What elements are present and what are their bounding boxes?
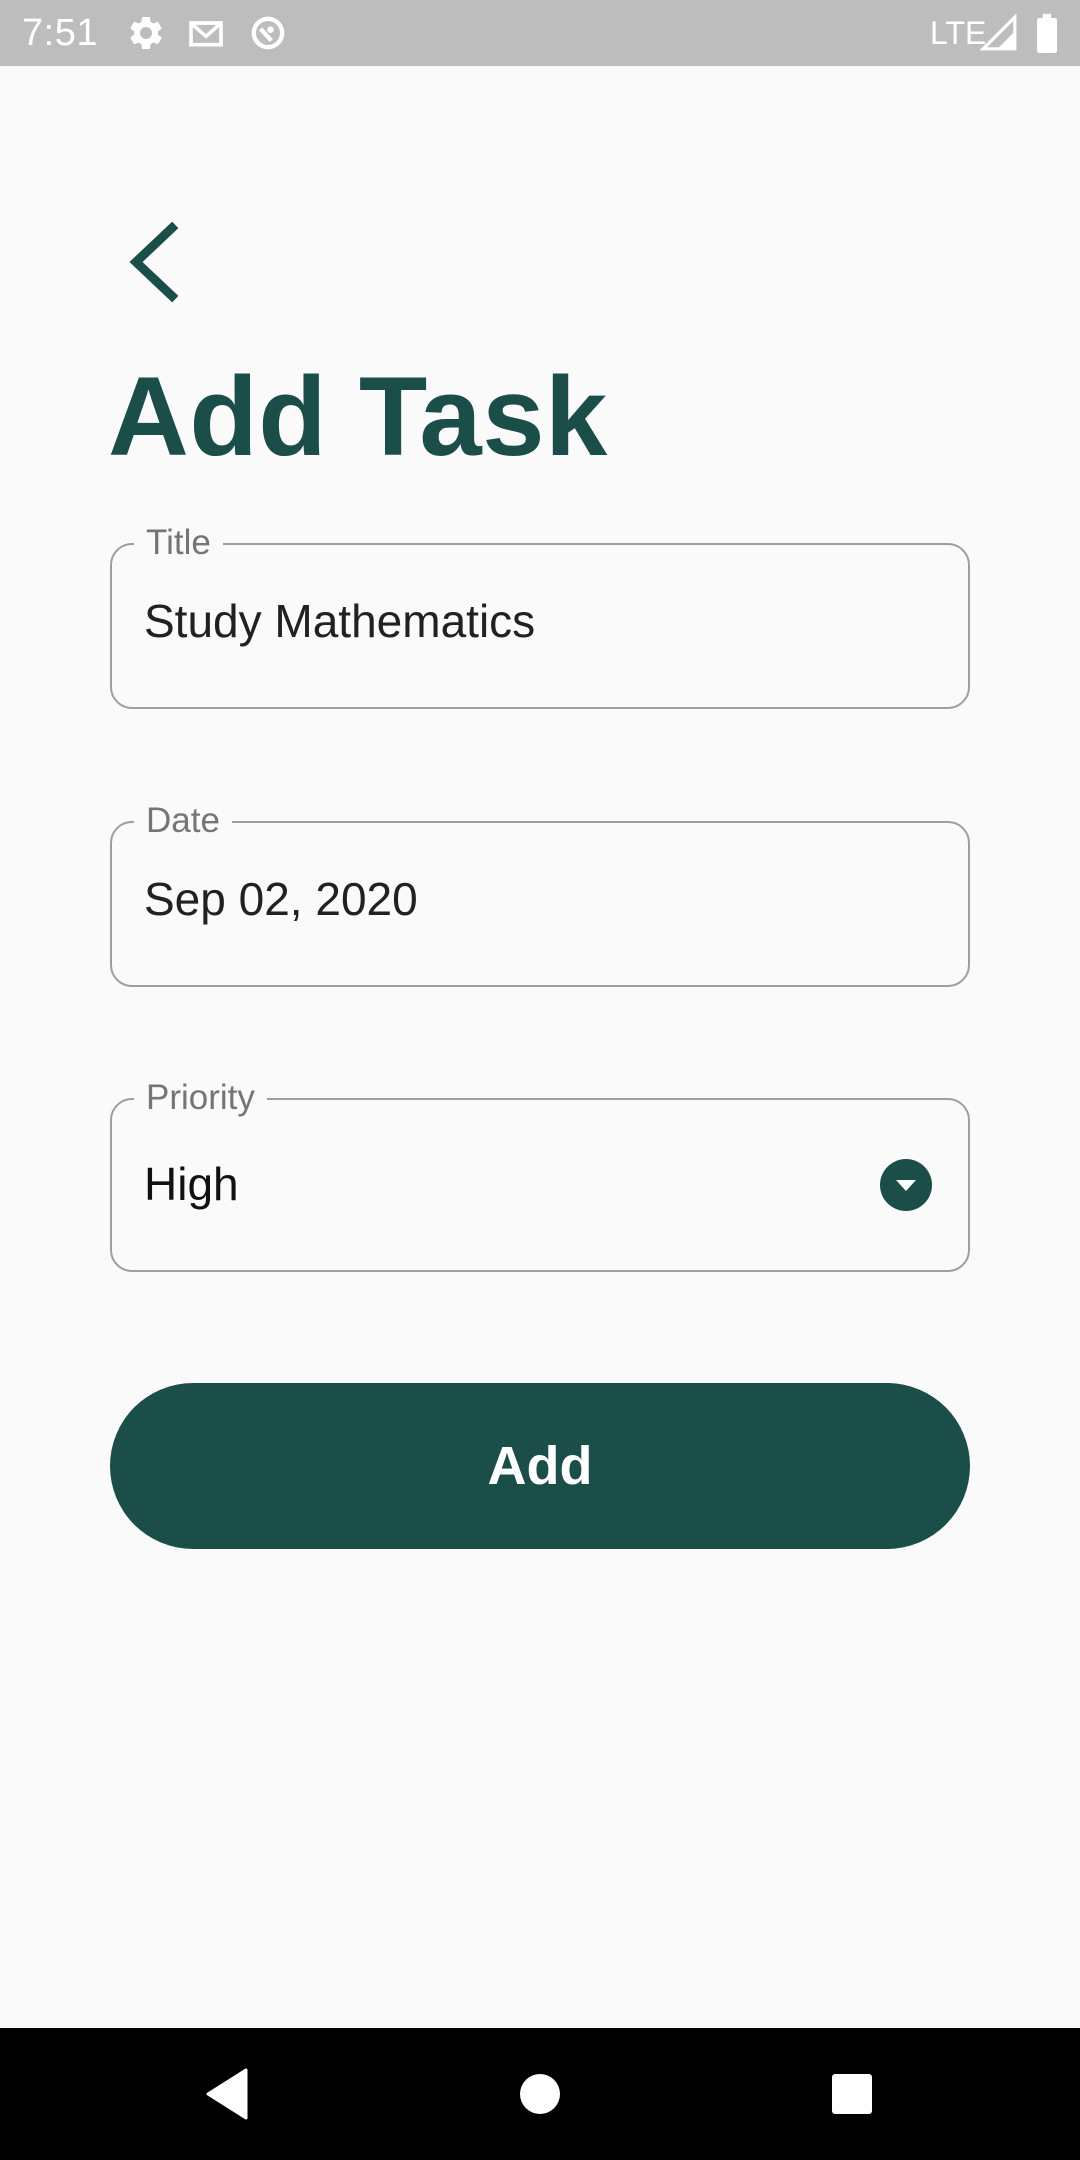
status-time: 7:51 bbox=[22, 12, 98, 54]
status-bar: 7:51 LTE bbox=[0, 0, 1080, 66]
priority-dropdown[interactable]: Priority High bbox=[110, 1078, 970, 1272]
settings-icon bbox=[126, 13, 166, 53]
date-field-label: Date bbox=[134, 801, 232, 841]
sync-icon bbox=[248, 13, 288, 53]
date-field-value[interactable]: Sep 02, 2020 bbox=[144, 871, 418, 927]
date-field[interactable]: Date Sep 02, 2020 bbox=[110, 801, 970, 987]
priority-field-value[interactable]: High bbox=[144, 1156, 239, 1212]
recents-square-icon[interactable] bbox=[820, 2062, 884, 2126]
back-button[interactable] bbox=[112, 212, 192, 312]
title-field[interactable]: Title Study Mathematics bbox=[110, 523, 970, 709]
home-circle-icon[interactable] bbox=[508, 2062, 572, 2126]
network-type: LTE bbox=[930, 15, 987, 51]
title-field-label: Title bbox=[134, 523, 223, 563]
page-title: Add Task bbox=[108, 354, 608, 479]
priority-field-label: Priority bbox=[134, 1078, 267, 1118]
navigation-bar bbox=[0, 2028, 1080, 2160]
title-field-value[interactable]: Study Mathematics bbox=[144, 593, 535, 649]
back-triangle-icon[interactable] bbox=[196, 2062, 260, 2126]
chevron-left-icon bbox=[129, 221, 179, 303]
arrow-drop-down-circle-icon[interactable] bbox=[880, 1159, 932, 1211]
battery-icon bbox=[1032, 13, 1062, 53]
gmail-icon bbox=[186, 13, 226, 53]
add-button[interactable]: Add bbox=[110, 1383, 970, 1549]
signal-icon bbox=[980, 13, 1018, 53]
